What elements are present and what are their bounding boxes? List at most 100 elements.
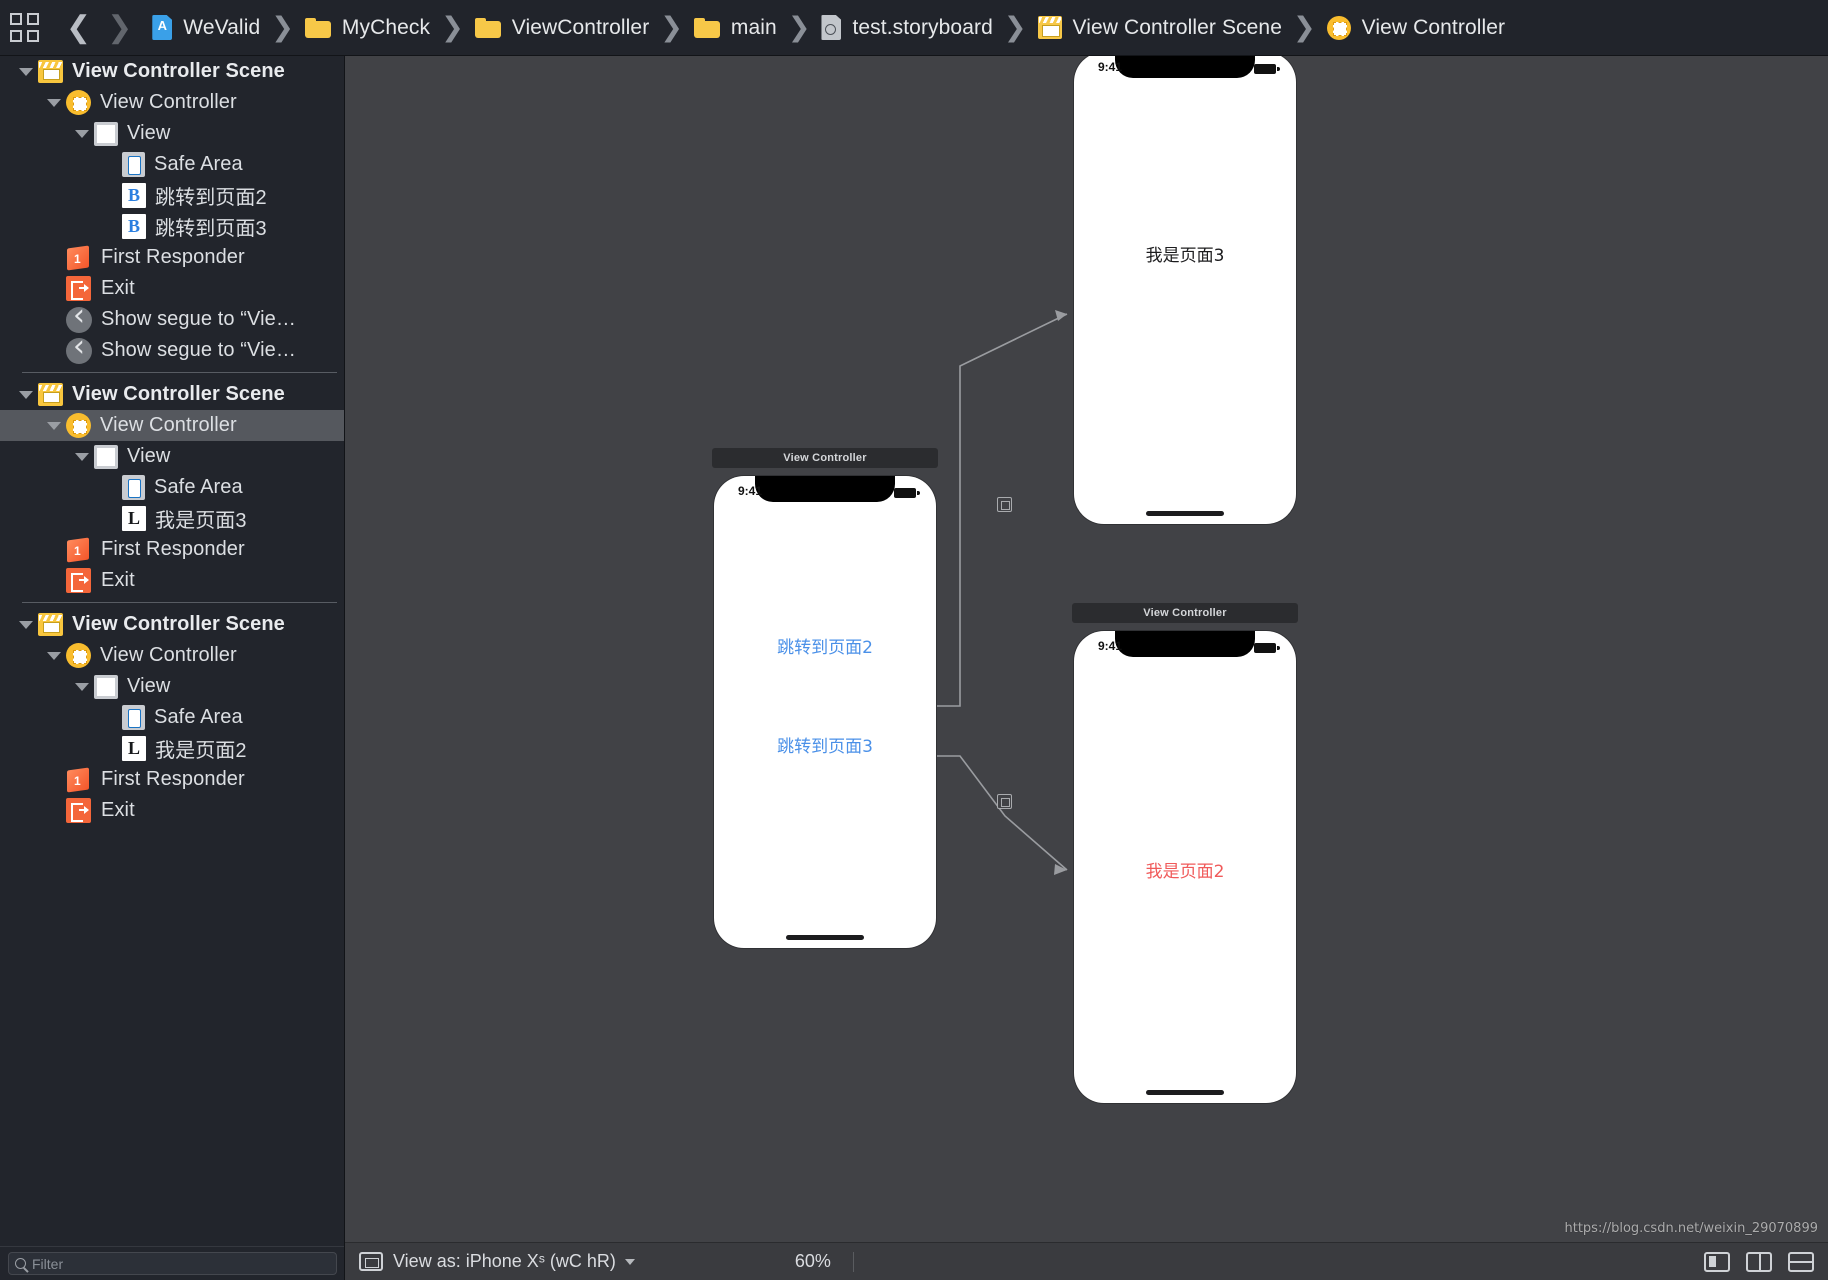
view-controller-icon — [66, 413, 91, 438]
outline-row[interactable]: View Controller Scene — [0, 609, 344, 640]
disclosure-spacer — [46, 312, 62, 328]
device-preview[interactable]: 9:41 我是页面2 — [1074, 631, 1296, 1103]
scene-titlebar[interactable]: View Controller — [712, 448, 938, 468]
resolve-icon[interactable] — [1788, 1251, 1814, 1272]
outline-filter-bar: Filter — [0, 1246, 344, 1280]
outline-row-label: Show segue to “Vie… — [101, 339, 296, 361]
outline-row[interactable]: 跳转到页面3 — [0, 211, 344, 242]
view-as-label: View as: iPhone Xˢ (wC hR) — [393, 1251, 616, 1271]
outline-row[interactable]: Safe Area — [0, 149, 344, 180]
outline-row[interactable]: 跳转到页面2 — [0, 180, 344, 211]
outline-row[interactable]: Exit — [0, 273, 344, 304]
filter-input[interactable]: Filter — [8, 1252, 337, 1275]
chevron-down-icon[interactable] — [46, 95, 62, 111]
button-label-page2[interactable]: 跳转到页面2 — [714, 633, 936, 658]
scene-icon — [38, 60, 63, 83]
layout-tools — [1704, 1251, 1814, 1272]
chevron-down-icon[interactable] — [46, 418, 62, 434]
notch — [755, 476, 895, 502]
breadcrumb-item[interactable]: main — [693, 15, 777, 40]
outline-row[interactable]: First Responder — [0, 242, 344, 273]
disclosure-spacer — [102, 511, 118, 527]
outline-row-label: First Responder — [101, 538, 245, 560]
grid-icon[interactable] — [10, 12, 40, 43]
segue-icon — [66, 329, 92, 364]
outline-row[interactable]: View Controller — [0, 87, 344, 118]
breadcrumb-item[interactable]: View Controller — [1326, 15, 1506, 40]
scene-page3[interactable]: View Controller 9:41 我是页面3 — [1072, 56, 1298, 584]
outline-row[interactable]: View — [0, 671, 344, 702]
home-indicator — [786, 935, 864, 940]
first-responder-icon — [66, 767, 92, 793]
outline-row[interactable]: View Controller — [0, 640, 344, 671]
document-outline-panel[interactable]: View Controller Scene View Controller View… — [0, 56, 345, 1280]
embed-icon[interactable] — [1746, 1251, 1772, 1272]
label-page2[interactable]: 我是页面2 — [1074, 857, 1296, 882]
breadcrumb-item-label: main — [730, 15, 777, 39]
segue-badge-icon[interactable] — [997, 497, 1012, 512]
breadcrumb-separator: ❯ — [271, 12, 294, 43]
disclosure-spacer — [46, 281, 62, 297]
outline-row[interactable]: Safe Area — [0, 472, 344, 503]
scene-main[interactable]: View Controller 9:41 跳转到页面2 跳转到页面3 — [712, 448, 938, 1008]
device-preview[interactable]: 9:41 我是页面3 — [1074, 56, 1296, 524]
view-controller-icon — [66, 90, 91, 115]
label-page3[interactable]: 我是页面3 — [1074, 241, 1296, 266]
chevron-down-icon[interactable] — [18, 617, 34, 633]
outline-row[interactable]: View Controller Scene — [0, 379, 344, 410]
outline-row[interactable]: Exit — [0, 565, 344, 596]
scene-icon — [1037, 16, 1062, 39]
scene-titlebar[interactable]: View Controller — [1072, 603, 1298, 623]
outline-row-label: View Controller — [100, 644, 237, 666]
chevron-down-icon[interactable] — [46, 648, 62, 664]
canvas-bottom-toolbar: View as: iPhone Xˢ (wC hR) 60% — [345, 1242, 1828, 1280]
safe-area-icon — [122, 705, 145, 730]
chevron-down-icon[interactable] — [74, 679, 90, 695]
outline-row-label: View — [127, 122, 171, 144]
chevron-left-icon[interactable]: ❮ — [58, 12, 99, 43]
disclosure-spacer — [46, 542, 62, 558]
outline-row[interactable]: Exit — [0, 795, 344, 826]
notch — [1115, 631, 1255, 657]
outline-row[interactable]: 我是页面2 — [0, 733, 344, 764]
chevron-down-icon[interactable] — [18, 64, 34, 80]
storyboard-canvas[interactable]: View Controller 9:41 跳转到页面2 跳转到页面3 View … — [345, 56, 1828, 1280]
breadcrumb-item[interactable]: View Controller Scene — [1037, 16, 1283, 40]
breadcrumb-item[interactable]: test.storyboard — [821, 15, 993, 40]
breadcrumb-separator: ❯ — [441, 12, 464, 43]
breadcrumb-item[interactable]: MyCheck — [304, 16, 430, 40]
breadcrumb-separator: ❯ — [1293, 12, 1316, 43]
outline-row[interactable]: Show segue to “Vie… — [0, 329, 344, 366]
outline-row[interactable]: 我是页面3 — [0, 503, 344, 534]
chevron-down-icon[interactable] — [74, 449, 90, 465]
outline-row[interactable]: View — [0, 118, 344, 149]
disclosure-spacer — [46, 803, 62, 819]
chevron-down-icon[interactable] — [74, 126, 90, 142]
outline-row[interactable]: Show segue to “Vie… — [0, 298, 344, 335]
outline-row[interactable]: View — [0, 441, 344, 472]
outline-row[interactable]: View Controller Scene — [0, 56, 344, 87]
breadcrumb: WeValid ❯ MyCheck ❯ ViewController ❯ main ❯ test… — [152, 14, 1505, 41]
scene-title: View Controller — [783, 452, 867, 464]
folder-icon — [474, 17, 501, 38]
scene-page2[interactable]: View Controller 9:41 我是页面2 — [1072, 603, 1298, 1163]
outline-row-label: Safe Area — [154, 706, 243, 728]
outline-row[interactable]: First Responder — [0, 534, 344, 565]
zoom-level[interactable]: 60% — [795, 1251, 831, 1272]
view-controller-icon — [1326, 15, 1351, 40]
align-icon[interactable] — [1704, 1251, 1730, 1272]
outline-row[interactable]: View Controller — [0, 410, 344, 441]
outline-row[interactable]: First Responder — [0, 764, 344, 795]
segue-badge-icon[interactable] — [997, 794, 1012, 809]
outline-row-label: 我是页面3 — [155, 510, 247, 532]
button-label-page3[interactable]: 跳转到页面3 — [714, 732, 936, 757]
breadcrumb-item[interactable]: WeValid — [152, 15, 260, 40]
view-icon — [94, 444, 118, 469]
view-as-button[interactable]: View as: iPhone Xˢ (wC hR) — [359, 1251, 635, 1272]
breadcrumb-item[interactable]: ViewController — [474, 16, 650, 40]
chevron-down-icon[interactable] — [18, 387, 34, 403]
outline-row[interactable]: Safe Area — [0, 702, 344, 733]
chevron-right-icon[interactable]: ❯ — [99, 12, 140, 43]
folder-icon — [304, 17, 331, 38]
device-preview[interactable]: 9:41 跳转到页面2 跳转到页面3 — [714, 476, 936, 948]
